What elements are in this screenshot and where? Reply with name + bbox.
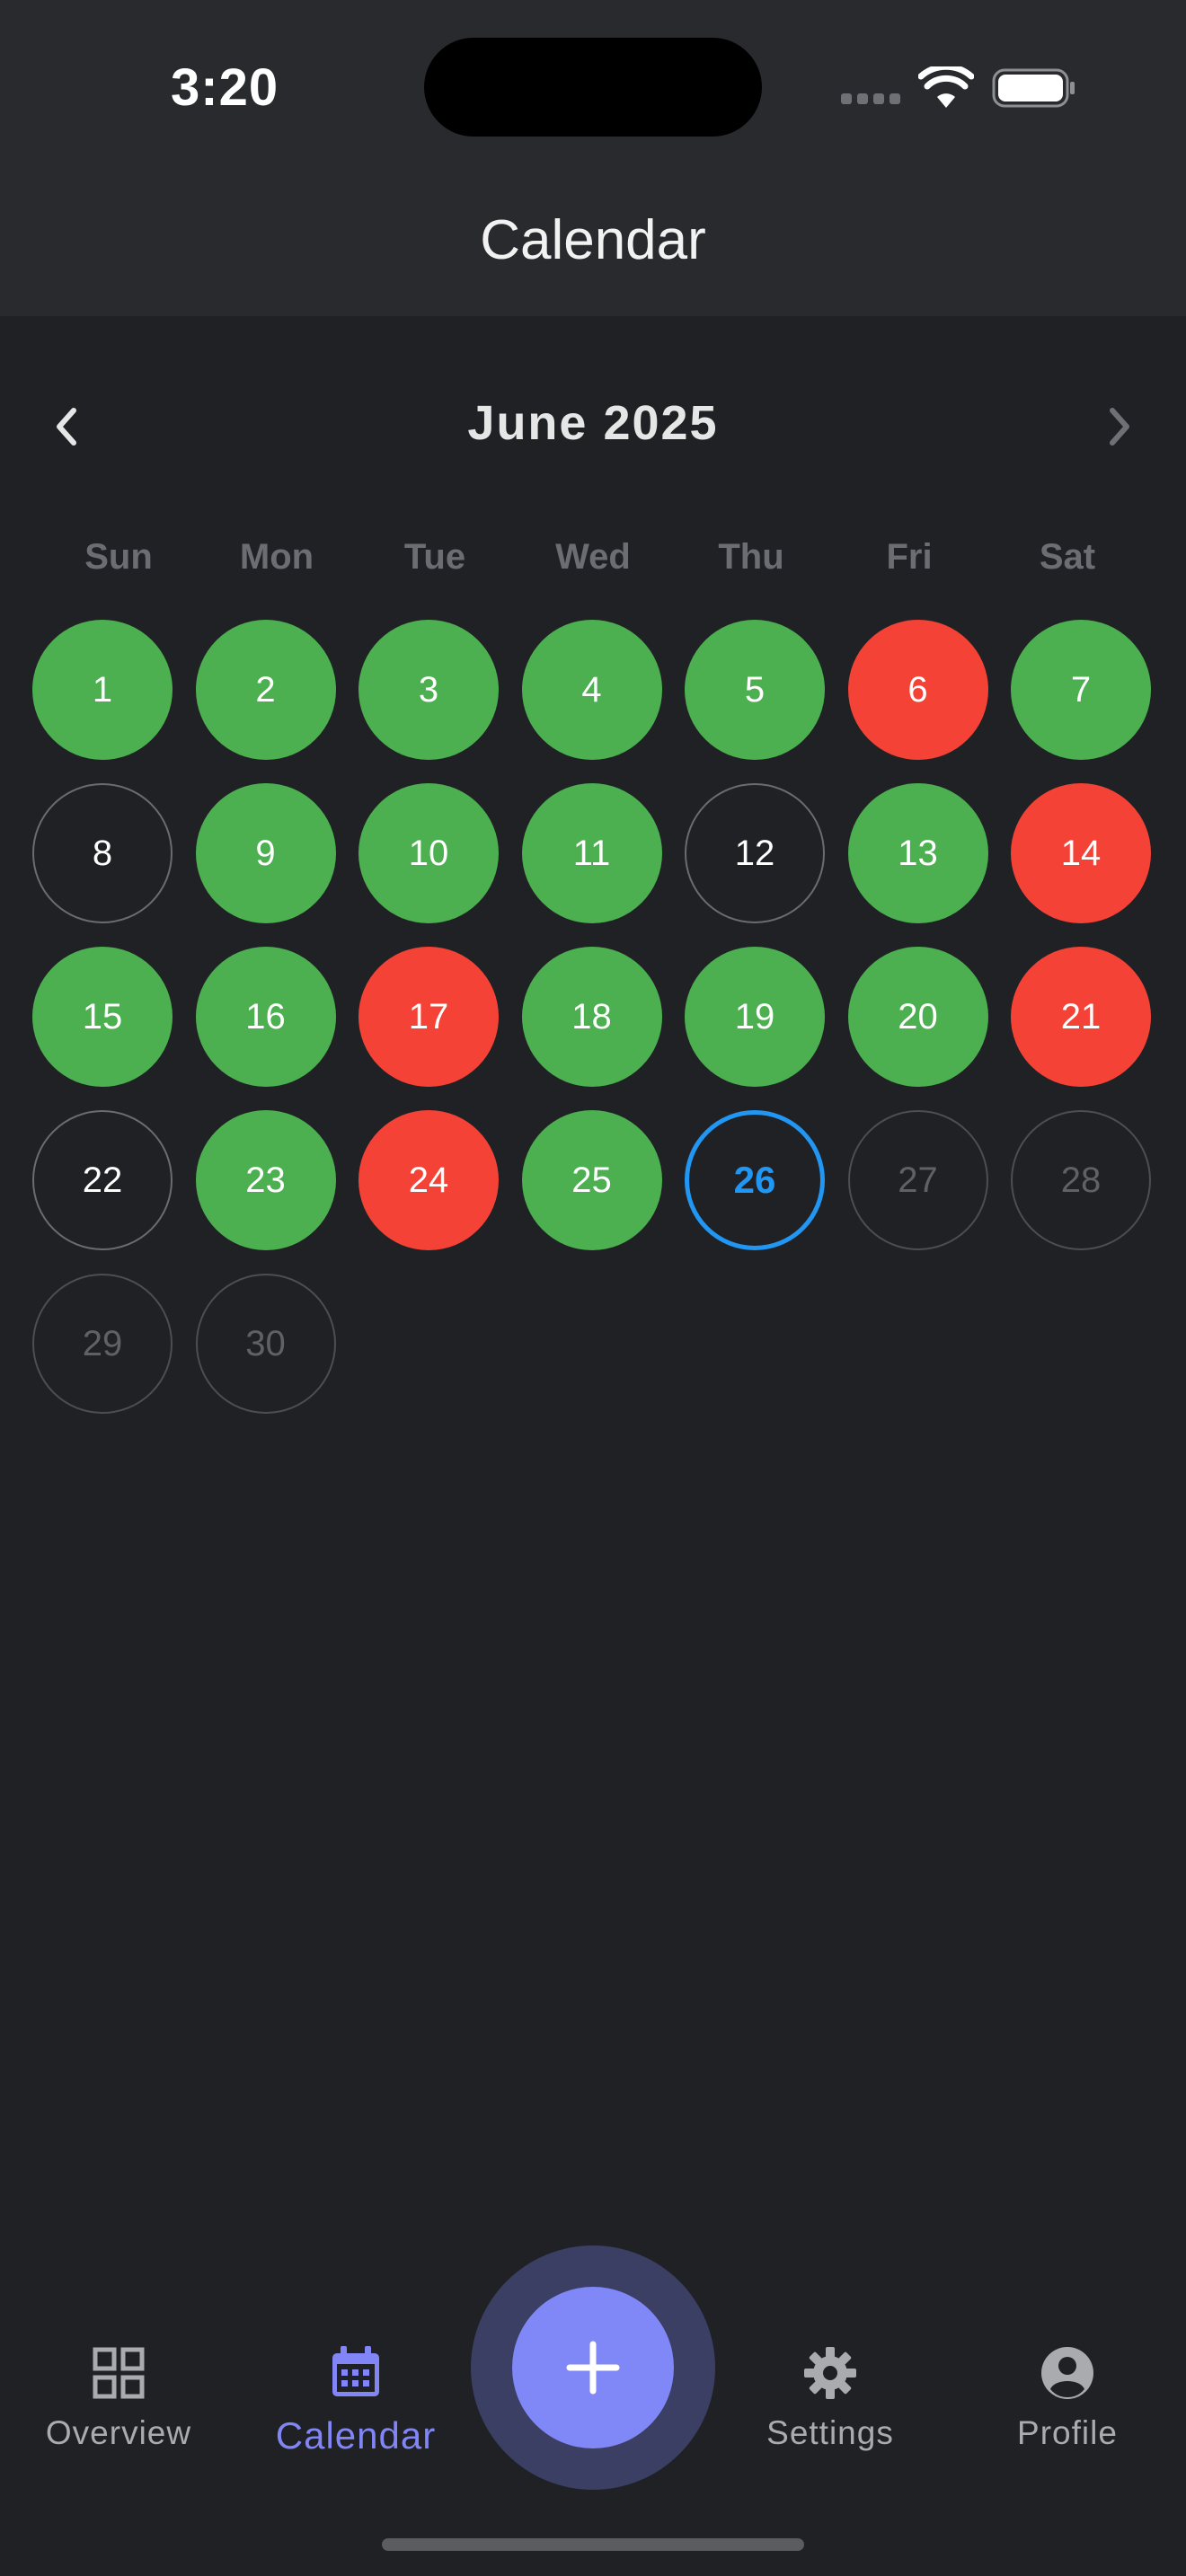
calendar-day-8[interactable]: 8 — [32, 783, 173, 923]
calendar-day-24[interactable]: 24 — [358, 1110, 499, 1250]
top-bar: 3:20 Calendar — [0, 0, 1186, 316]
weekday-label: Sat — [1039, 537, 1096, 577]
tab-label: Calendar — [275, 2414, 437, 2457]
calendar-day-28[interactable]: 28 — [1011, 1110, 1151, 1250]
calendar-day-12[interactable]: 12 — [685, 783, 825, 923]
calendar-day-21[interactable]: 21 — [1011, 947, 1151, 1087]
calendar-day-29[interactable]: 29 — [32, 1274, 173, 1414]
app-screen: 3:20 Calendar June 2025 Sun Mon Tue Wed — [0, 0, 1186, 2576]
weekday-label: Thu — [718, 537, 784, 577]
tab-profile[interactable]: Profile — [960, 2344, 1175, 2452]
add-entry-button[interactable] — [512, 2287, 674, 2448]
calendar-day-4[interactable]: 4 — [521, 620, 662, 760]
calendar-day-22[interactable]: 22 — [32, 1110, 173, 1250]
calendar-day-1[interactable]: 1 — [32, 620, 173, 760]
account-circle-icon — [1041, 2347, 1093, 2399]
dynamic-island — [424, 38, 762, 137]
calendar-day-30[interactable]: 30 — [195, 1274, 336, 1414]
calendar-day-27[interactable]: 27 — [847, 1110, 988, 1250]
calendar-day-14[interactable]: 14 — [1011, 783, 1151, 923]
calendar-day-26[interactable]: 26 — [685, 1110, 825, 1250]
plus-icon — [566, 2341, 620, 2395]
gear-icon — [804, 2347, 856, 2399]
status-time: 3:20 — [171, 58, 279, 117]
calendar-day-6[interactable]: 6 — [847, 620, 988, 760]
tab-label: Profile — [1017, 2414, 1118, 2451]
page-title: Calendar — [480, 209, 706, 271]
calendar-day-15[interactable]: 15 — [32, 947, 173, 1087]
calendar-day-9[interactable]: 9 — [195, 783, 336, 923]
weekday-header: Sun Mon Tue Wed Thu Fri Sat — [40, 537, 1146, 578]
tab-calendar[interactable]: Calendar — [248, 2344, 464, 2457]
cellular-signal-icon — [841, 93, 900, 104]
wifi-icon — [918, 66, 974, 108]
next-month-button[interactable] — [1089, 395, 1152, 458]
calendar-day-18[interactable]: 18 — [521, 947, 662, 1087]
tab-settings[interactable]: Settings — [722, 2344, 938, 2452]
calendar-day-7[interactable]: 7 — [1011, 620, 1151, 760]
calendar-day-10[interactable]: 10 — [358, 783, 499, 923]
weekday-label: Wed — [555, 537, 631, 577]
calendar-day-13[interactable]: 13 — [847, 783, 988, 923]
weekday-label: Tue — [403, 537, 466, 577]
calendar-day-5[interactable]: 5 — [685, 620, 825, 760]
home-indicator[interactable] — [382, 2538, 804, 2551]
calendar-day-3[interactable]: 3 — [358, 620, 499, 760]
calendar-day-2[interactable]: 2 — [195, 620, 336, 760]
calendar-day-16[interactable]: 16 — [195, 947, 336, 1087]
calendar-icon — [332, 2346, 379, 2396]
calendar-day-grid: 1 2 3 4 5 6 7 8 9 10 11 12 13 14 15 16 17 18 19 20 21 22 23 24 2… — [32, 620, 1154, 1414]
calendar-day-19[interactable]: 19 — [685, 947, 825, 1087]
tab-label: Settings — [766, 2414, 894, 2451]
weekday-label: Mon — [239, 537, 314, 577]
weekday-label: Sun — [84, 537, 153, 577]
weekday-label: Fri — [886, 537, 933, 577]
battery-icon — [992, 68, 1075, 108]
tab-overview[interactable]: Overview — [11, 2344, 226, 2452]
calendar-day-11[interactable]: 11 — [521, 783, 662, 923]
calendar-day-25[interactable]: 25 — [521, 1110, 662, 1250]
month-title: June 2025 — [467, 396, 719, 450]
calendar-day-17[interactable]: 17 — [358, 947, 499, 1087]
calendar-day-20[interactable]: 20 — [847, 947, 988, 1087]
tab-label: Overview — [45, 2414, 192, 2451]
calendar-day-23[interactable]: 23 — [195, 1110, 336, 1250]
chevron-right-icon — [1110, 408, 1129, 446]
grid-icon — [93, 2347, 145, 2399]
